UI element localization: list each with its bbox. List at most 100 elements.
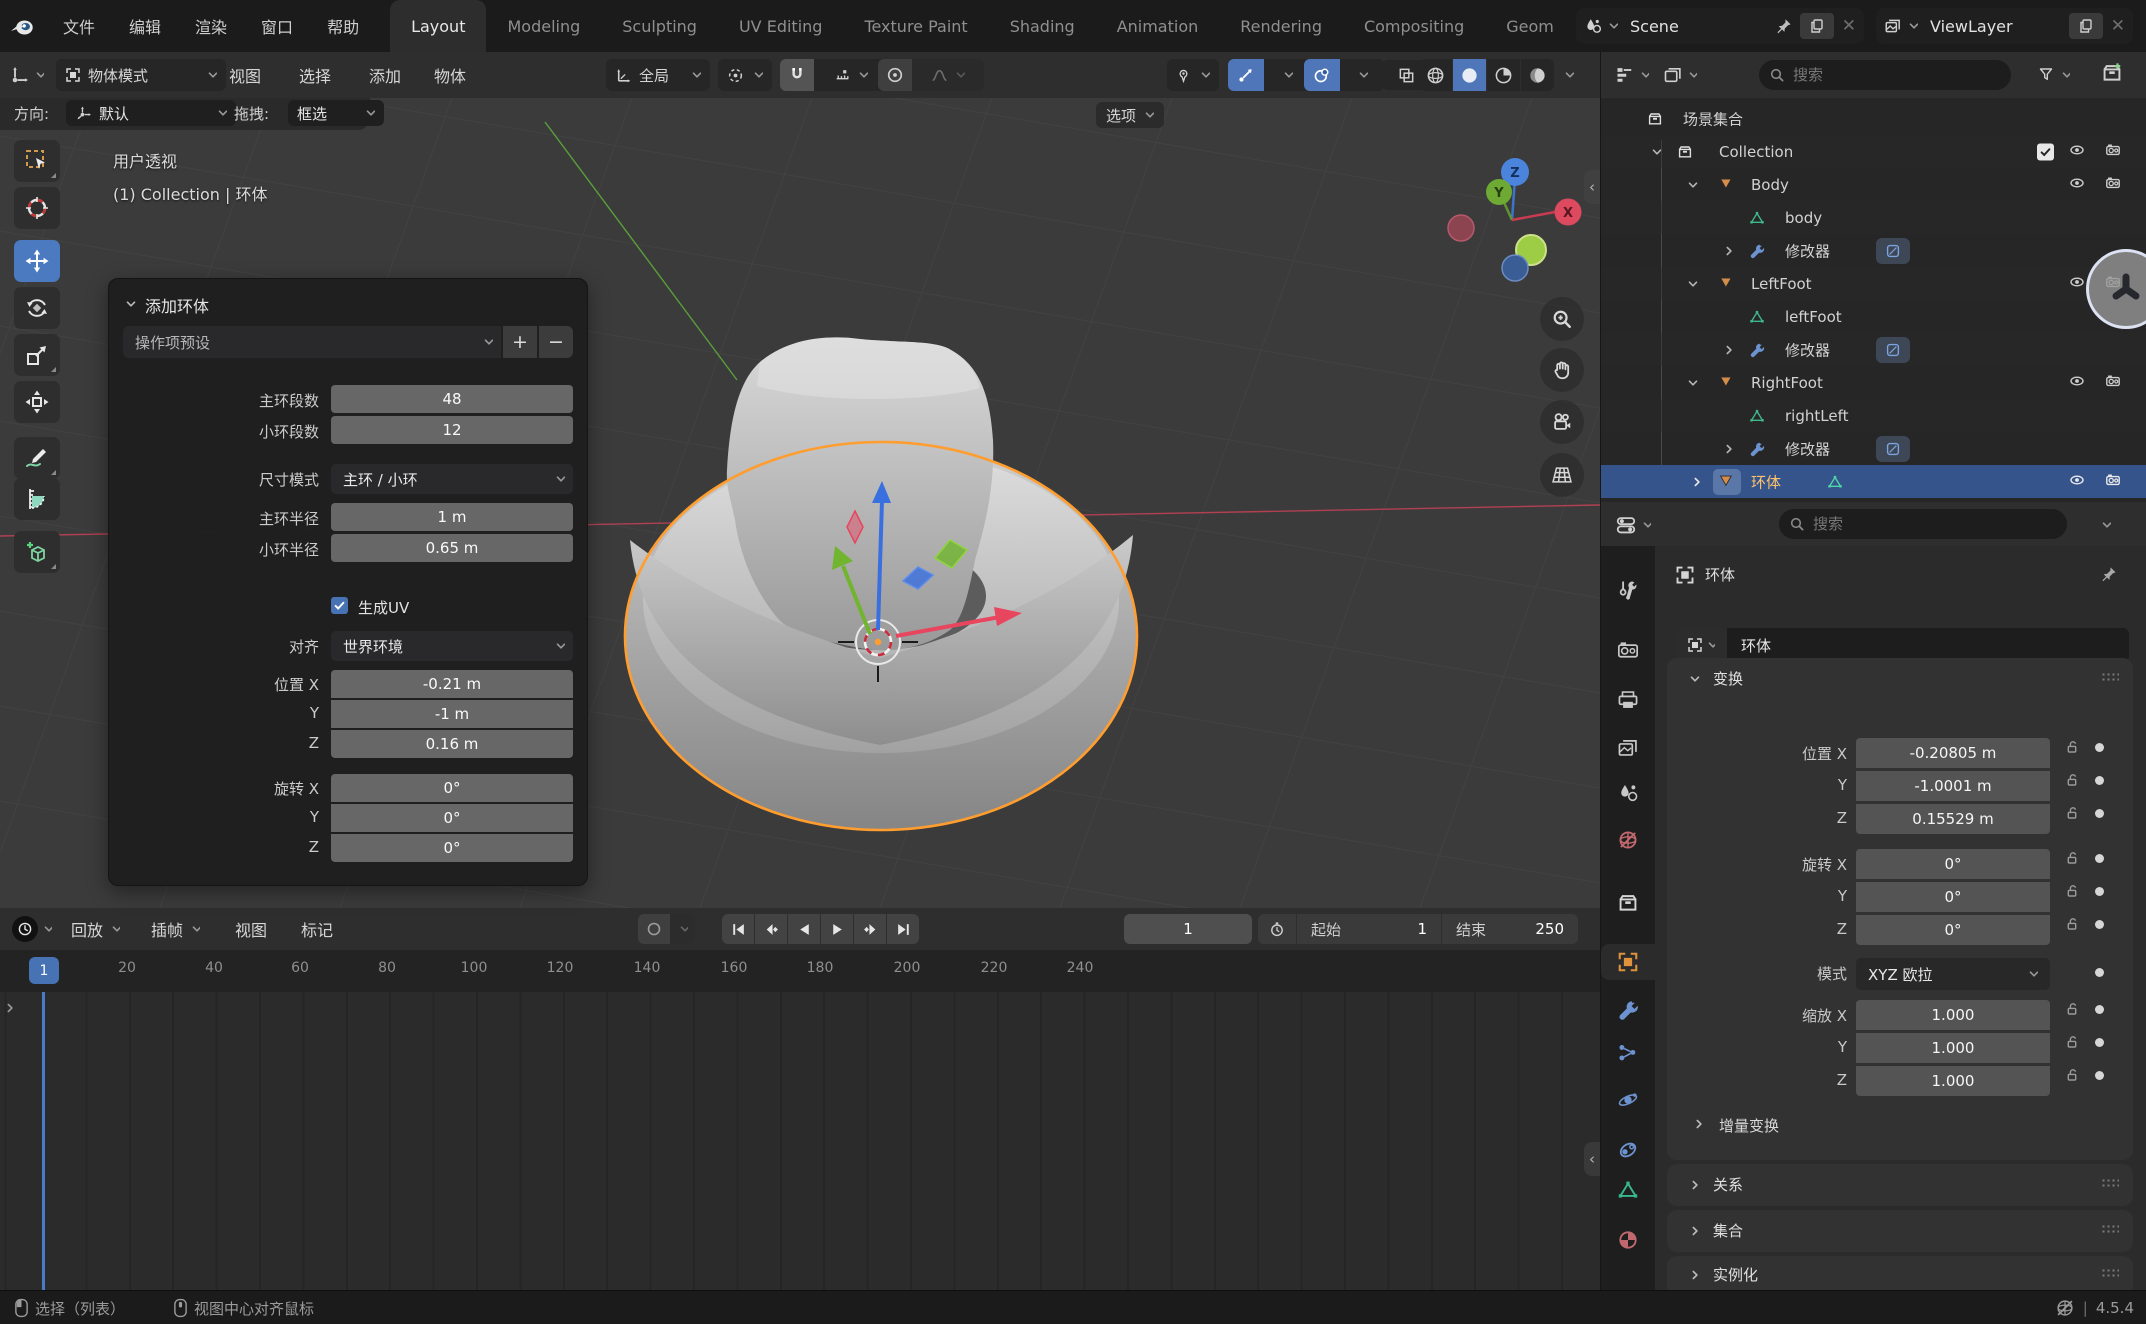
frame-start-field[interactable]: 起始1 [1297, 914, 1441, 944]
viewlayer-selector[interactable]: ViewLayer ✕ [1876, 8, 2133, 44]
tab-output[interactable] [1617, 689, 1639, 711]
menu-add[interactable]: 添加 [356, 59, 414, 91]
menu-render[interactable]: 渲染 [178, 0, 244, 52]
show-gizmo-toggle[interactable] [1228, 59, 1264, 91]
menu-view[interactable]: 视图 [216, 59, 274, 91]
tool-cursor[interactable] [14, 187, 60, 229]
lock-icon[interactable] [2064, 739, 2082, 757]
prop-rot-z-field[interactable]: 0° [1856, 915, 2050, 945]
drag-dropdown[interactable]: 框选 [288, 100, 384, 126]
lock-icon[interactable] [2064, 850, 2082, 868]
prop-loc-y-field[interactable]: -1.0001 m [1856, 771, 2050, 801]
tab-geometry-nodes[interactable]: Geom [1485, 0, 1555, 52]
mode-dropdown[interactable]: 物体模式 [56, 59, 226, 91]
camera-visibility-icon[interactable] [2105, 175, 2125, 195]
outliner-row-leftfoot-modifiers[interactable]: 修改器 [1601, 333, 2146, 366]
autokey-toggle[interactable] [638, 914, 670, 944]
animate-dot[interactable] [2095, 1038, 2104, 1047]
menu-file[interactable]: 文件 [46, 0, 112, 52]
show-overlays-toggle[interactable] [1304, 59, 1340, 91]
minor-radius-field[interactable]: 0.65 m [331, 534, 573, 562]
play-button[interactable] [821, 914, 853, 944]
next-keyframe-button[interactable] [854, 914, 886, 944]
blender-logo-icon[interactable] [0, 15, 46, 37]
outliner-row-body-mesh[interactable]: body [1601, 201, 2146, 234]
pin-id-icon[interactable] [2101, 566, 2119, 584]
timeline-ruler[interactable]: 1 20 40 60 80 100 120 140 160 180 200 22… [0, 950, 1600, 992]
menu-select[interactable]: 选择 [286, 59, 344, 91]
lock-icon[interactable] [2064, 916, 2082, 934]
prop-scale-z-field[interactable]: 1.000 [1856, 1066, 2050, 1096]
tab-shading[interactable]: Shading [989, 0, 1096, 52]
animate-dot[interactable] [2095, 809, 2104, 818]
hide-eye-icon[interactable] [2069, 175, 2089, 195]
lock-icon[interactable] [2064, 1067, 2082, 1085]
major-segments-field[interactable]: 48 [331, 385, 573, 413]
jump-to-start-button[interactable] [722, 914, 754, 944]
location-z-field[interactable]: 0.16 m [331, 730, 573, 758]
lock-icon[interactable] [2064, 805, 2082, 823]
pan-hand-button[interactable] [1540, 348, 1584, 392]
menu-help[interactable]: 帮助 [310, 0, 376, 52]
object-name-field[interactable]: 环体 [1675, 628, 2129, 662]
rotation-z-field[interactable]: 0° [331, 834, 573, 862]
pivot-point-dropdown[interactable] [718, 59, 772, 91]
animate-dot[interactable] [2095, 743, 2104, 752]
properties-search-input[interactable] [1779, 509, 2067, 539]
subsurf-modifier-icon[interactable] [1876, 238, 1910, 264]
tool-scale[interactable] [14, 334, 60, 376]
hide-eye-icon[interactable] [2069, 142, 2089, 162]
minor-segments-field[interactable]: 12 [331, 416, 573, 444]
animate-dot[interactable] [2095, 854, 2104, 863]
new-scene-button[interactable] [1800, 13, 1834, 39]
animate-dot[interactable] [2095, 887, 2104, 896]
navigation-gizmo[interactable]: Z Y X [1440, 150, 1600, 290]
align-dropdown[interactable]: 世界环境 [331, 631, 573, 661]
camera-view-button[interactable] [1540, 400, 1584, 444]
tab-modifiers[interactable] [1617, 999, 1639, 1021]
object-id-icon[interactable] [1675, 628, 1727, 662]
tab-material[interactable] [1617, 1229, 1639, 1251]
proportional-falloff-dropdown[interactable] [912, 59, 984, 91]
transform-panel-title[interactable]: 变换 [1713, 668, 1743, 689]
scene-selector[interactable]: Scene ✕ [1576, 8, 1864, 44]
hide-eye-icon[interactable] [2069, 373, 2089, 393]
gizmo-neg-z-axis[interactable] [1502, 255, 1528, 281]
tab-layout[interactable]: Layout [390, 0, 486, 52]
properties-search[interactable] [1779, 509, 2067, 539]
outliner-row-torus-selected[interactable]: 环体 [1601, 465, 2146, 498]
outliner-row-rightleft-mesh[interactable]: rightLeft [1601, 399, 2146, 432]
prop-loc-z-field[interactable]: 0.15529 m [1856, 804, 2050, 834]
animate-dot[interactable] [2095, 776, 2104, 785]
outliner-search[interactable] [1759, 60, 2011, 90]
animate-dot[interactable] [2095, 1071, 2104, 1080]
tab-physics[interactable] [1617, 1089, 1639, 1111]
outliner-search-input[interactable] [1759, 60, 2011, 90]
outliner-row-body-object[interactable]: Body [1601, 168, 2146, 201]
outliner-row-body-modifiers[interactable]: 修改器 [1601, 234, 2146, 267]
camera-visibility-icon[interactable] [2105, 142, 2125, 162]
viewlayer-name[interactable]: ViewLayer [1926, 17, 2069, 36]
direction-dropdown[interactable]: 默认 [66, 100, 236, 126]
tab-render[interactable] [1617, 639, 1639, 661]
timeline-track[interactable]: ‹ [0, 992, 1600, 1290]
shading-wireframe-button[interactable] [1419, 59, 1452, 91]
pin-icon[interactable] [1776, 18, 1792, 34]
outliner-filter-dropdown[interactable] [2038, 60, 2070, 90]
animate-dot[interactable] [2095, 1005, 2104, 1014]
outliner-row-leftfoot-object[interactable]: LeftFoot [1601, 267, 2146, 300]
tool-move[interactable] [14, 240, 60, 282]
subsurf-modifier-icon[interactable] [1876, 436, 1910, 462]
operator-presets-dropdown[interactable]: 操作项预设 [123, 326, 501, 358]
tab-object-data[interactable] [1617, 1179, 1639, 1201]
transform-orientation-dropdown[interactable]: 全局 [606, 59, 710, 91]
menu-view-timeline[interactable]: 视图 [222, 914, 280, 944]
menu-playback[interactable]: 回放 [58, 914, 133, 944]
tool-rotate[interactable] [14, 287, 60, 329]
delta-expand-icon[interactable] [1691, 1116, 1707, 1132]
viewlayer-icon[interactable] [1876, 17, 1926, 35]
collections-panel[interactable]: 集合 [1667, 1210, 2133, 1252]
panel-title[interactable]: 添加环体 [145, 293, 209, 317]
overlays-dropdown[interactable] [1340, 59, 1384, 91]
menu-window[interactable]: 窗口 [244, 0, 310, 52]
